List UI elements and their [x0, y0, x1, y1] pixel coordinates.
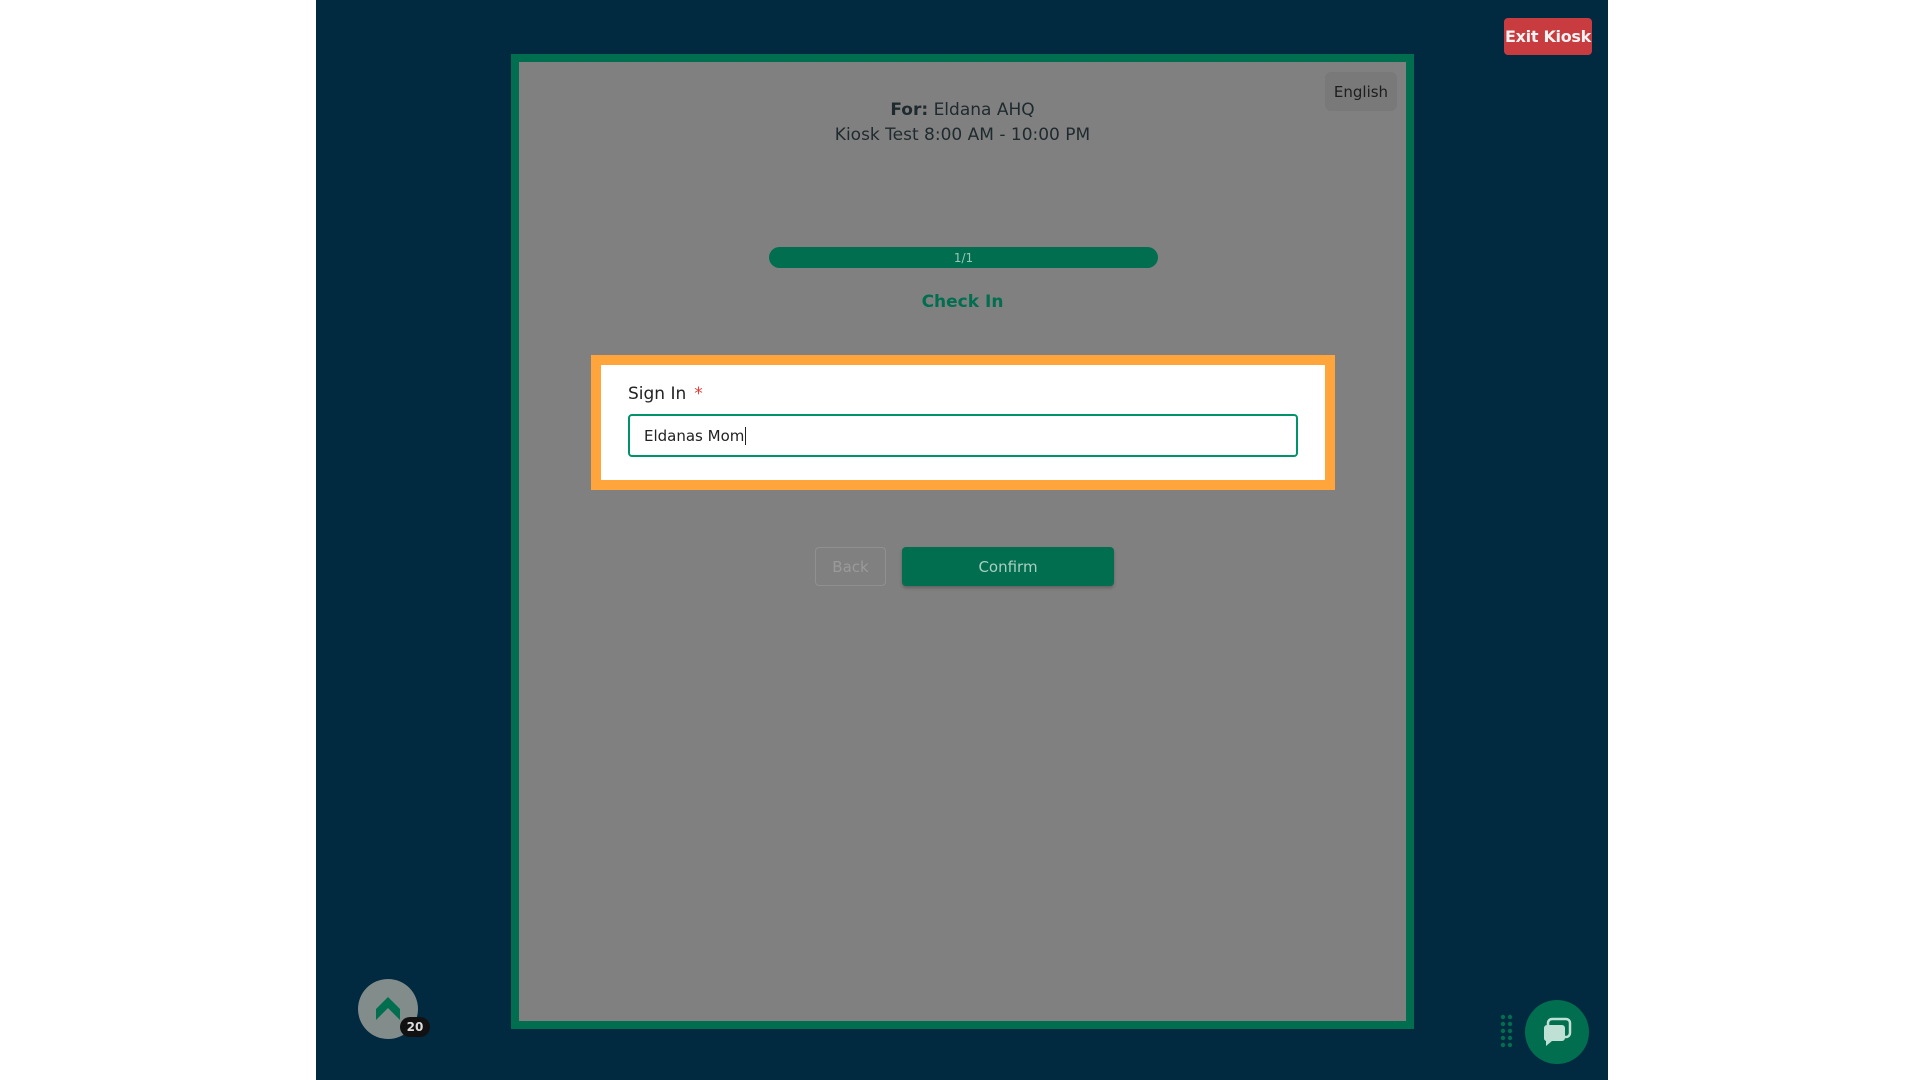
- sign-in-input-text: Eldanas Mom: [644, 426, 745, 445]
- sign-in-label: Sign In *: [628, 384, 703, 404]
- chevron-up-icon: [376, 997, 400, 1020]
- sign-in-input[interactable]: Eldanas Mom: [628, 414, 1298, 457]
- progress-text: 1/1: [953, 250, 974, 265]
- sign-in-label-text: Sign In: [628, 384, 687, 404]
- confirm-button[interactable]: Confirm: [902, 547, 1114, 586]
- notification-count-badge: 20: [400, 1017, 430, 1037]
- back-button[interactable]: Back: [815, 547, 886, 586]
- text-caret: [745, 426, 747, 445]
- exit-kiosk-button[interactable]: Exit Kiosk: [1504, 18, 1592, 55]
- drag-handle-icon[interactable]: [1500, 1014, 1514, 1050]
- required-marker: *: [694, 384, 703, 404]
- step-title: Check In: [921, 292, 1004, 312]
- for-label: For:: [890, 100, 929, 120]
- schedule-line: Kiosk Test 8:00 AM - 10:00 PM: [834, 125, 1091, 145]
- location-line: For: Eldana AHQ: [519, 100, 1406, 120]
- help-widget[interactable]: 20: [358, 979, 430, 1039]
- sign-in-input-value: Eldanas Mom: [644, 416, 747, 455]
- kiosk-frame: English For: Eldana AHQ Kiosk Test 8:00 …: [511, 54, 1414, 1029]
- chat-bubble-icon: [1543, 1017, 1572, 1046]
- sign-in-card: Sign In * Eldanas Mom: [601, 365, 1325, 480]
- location-name: Eldana AHQ: [933, 100, 1035, 120]
- kiosk-panel: English For: Eldana AHQ Kiosk Test 8:00 …: [519, 62, 1406, 1021]
- progress-bar: 1/1: [769, 247, 1158, 268]
- chat-button[interactable]: [1525, 1000, 1589, 1064]
- highlighted-form-region: Sign In * Eldanas Mom: [591, 355, 1335, 490]
